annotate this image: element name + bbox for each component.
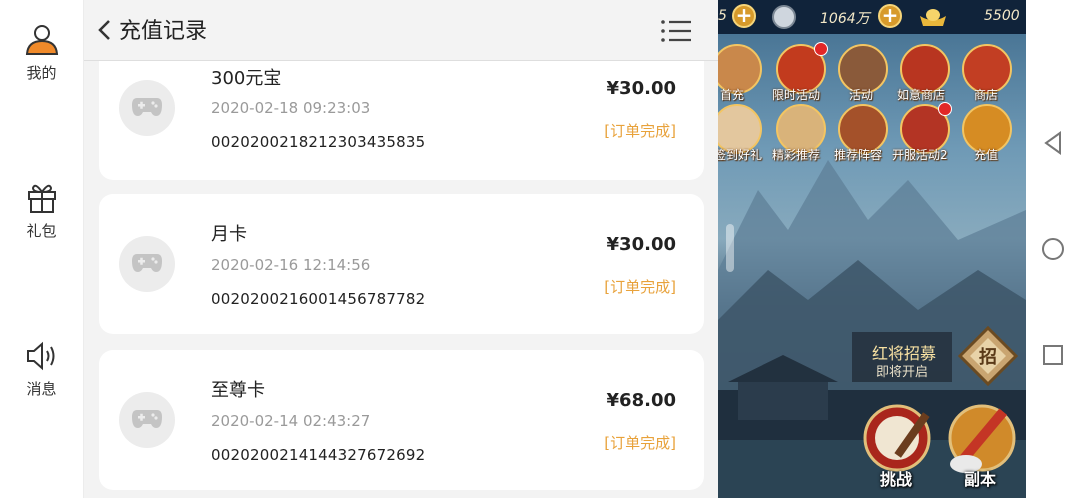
record-price: ¥30.00: [606, 78, 676, 99]
product-avatar: [119, 392, 175, 448]
gamepad-icon: [132, 98, 162, 116]
status-badge: [订单完成]: [604, 278, 676, 296]
plus-icon[interactable]: +: [878, 4, 902, 28]
scroll-handle[interactable]: [726, 224, 734, 272]
partial-resource-value: 5: [718, 8, 727, 24]
product-avatar: [119, 80, 175, 136]
gamepad-icon: [132, 254, 162, 272]
game-icon-label: 推荐阵容: [834, 148, 883, 162]
status-badge: [订单完成]: [604, 122, 676, 140]
header: 充值记录: [84, 0, 718, 61]
battle-label: 挑战: [880, 470, 913, 489]
game-icon-label: 精彩推荐: [772, 148, 821, 162]
notification-dot: [814, 42, 828, 56]
product-name: 至尊卡: [211, 380, 265, 401]
gamepad-icon: [132, 410, 162, 428]
chevron-left-icon[interactable]: [92, 16, 116, 44]
plus-icon[interactable]: +: [732, 4, 756, 28]
sidebar: 我的 礼包 消息: [0, 0, 84, 498]
product-name: 月卡: [211, 224, 247, 245]
resource-bar: 5 + 1064万 + 5500: [718, 0, 1026, 34]
recruit-badge-icon[interactable]: 招: [958, 326, 1018, 386]
recharge-records-panel: 充值记录 300元宝 2020-02-18 09:23:03 002020021…: [84, 0, 718, 498]
sidebar-item-messages[interactable]: 消息: [0, 340, 83, 399]
gold-value: 5500: [984, 8, 1020, 24]
notification-dot: [938, 102, 952, 116]
game-screen: 5 + 1064万 + 5500 首充 限时活动 活动 如意商店 商店 签到好礼…: [718, 0, 1026, 498]
sidebar-item-label: 我的: [26, 64, 57, 82]
game-icon-label: 限时活动: [772, 88, 821, 102]
recent-square-icon[interactable]: [1040, 342, 1066, 368]
game-icon-label: 活动: [849, 88, 874, 102]
game-icon-label: 开服活动2: [892, 148, 948, 162]
silver-value: 1064万: [820, 11, 870, 27]
game-icon-label: 如意商店: [897, 88, 946, 102]
record-price: ¥68.00: [606, 390, 676, 411]
order-number: 002020021821230343583​5: [211, 133, 426, 151]
product-avatar: [119, 236, 175, 292]
sidebar-item-gift[interactable]: 礼包: [0, 180, 83, 241]
page-title: 充值记录: [119, 19, 208, 44]
game-icon-label: 签到好礼: [718, 148, 763, 162]
record-date: 2020-02-16 12:14:56: [211, 256, 371, 274]
system-nav-bar: [1026, 0, 1080, 498]
dungeon-label: 副本: [964, 470, 997, 489]
order-number: 0020200214144327672692: [211, 446, 426, 464]
record-date: 2020-02-14 02:43:27: [211, 412, 371, 430]
gift-icon: [27, 184, 56, 213]
record-date: 2020-02-18 09:23:03: [211, 99, 371, 117]
speaker-icon: [26, 341, 54, 371]
game-icon-label: 商店: [974, 88, 999, 102]
sidebar-item-label: 礼包: [26, 222, 57, 240]
user-icon: [25, 25, 58, 55]
gold-ingot-icon: [920, 9, 946, 26]
home-circle-icon[interactable]: [1040, 236, 1066, 262]
record-card[interactable]: 月卡 2020-02-16 12:14:56 00202002160014567…: [99, 194, 704, 334]
game-icon-label: 首充: [720, 88, 745, 102]
record-card[interactable]: 300元宝 2020-02-18 09:23:03 00202002182123…: [99, 40, 704, 180]
recruit-badge-char: 招: [979, 346, 997, 368]
sidebar-item-label: 消息: [26, 380, 57, 398]
sidebar-item-mine[interactable]: 我的: [0, 22, 83, 83]
record-price: ¥30.00: [606, 234, 676, 255]
back-triangle-icon[interactable]: [1040, 130, 1066, 156]
product-name: 300元宝: [211, 68, 282, 89]
game-icon-label: 充值: [974, 148, 999, 162]
status-badge: [订单完成]: [604, 434, 676, 452]
recruit-subtitle: 即将开启: [876, 365, 929, 380]
menu-list-icon[interactable]: [660, 18, 692, 44]
record-card[interactable]: 至尊卡 2020-02-14 02:43:27 0020200214144327…: [99, 350, 704, 490]
order-number: 0020200216001456787782: [211, 290, 426, 308]
silver-coin-icon: [772, 5, 796, 29]
